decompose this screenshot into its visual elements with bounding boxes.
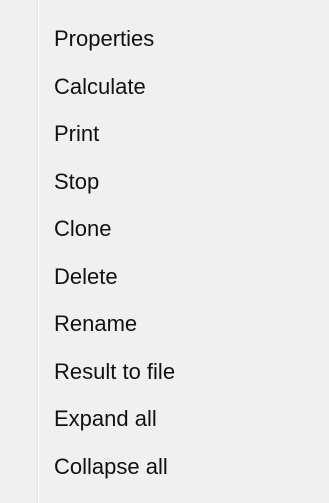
- menu-item-print[interactable]: Print: [0, 110, 329, 158]
- menu-item-label: Collapse all: [54, 453, 168, 479]
- menu-item-label: Delete: [54, 263, 118, 289]
- menu-item-stop[interactable]: Stop: [0, 158, 329, 206]
- menu-item-result-to-file[interactable]: Result to file: [0, 348, 329, 396]
- menu-item-label: Calculate: [54, 73, 146, 99]
- menu-item-rename[interactable]: Rename: [0, 300, 329, 348]
- menu-item-delete[interactable]: Delete: [0, 253, 329, 301]
- menu-item-properties[interactable]: Properties: [0, 15, 329, 63]
- menu-item-clone[interactable]: Clone: [0, 205, 329, 253]
- menu-item-label: Expand all: [54, 406, 157, 431]
- context-menu: Properties Calculate Print Stop Clone De…: [0, 0, 329, 503]
- menu-item-label: Result to file: [54, 358, 176, 384]
- menu-item-label: Stop: [54, 168, 100, 194]
- menu-item-expand-all[interactable]: Expand all: [0, 395, 329, 443]
- menu-item-label: Rename: [54, 311, 138, 336]
- menu-item-collapse-all[interactable]: Collapse all: [0, 443, 329, 491]
- menu-item-calculate[interactable]: Calculate: [0, 63, 329, 111]
- menu-item-label: Print: [54, 121, 100, 146]
- menu-list: Properties Calculate Print Stop Clone De…: [0, 15, 329, 490]
- menu-item-label: Properties: [54, 26, 155, 51]
- menu-item-label: Clone: [54, 216, 112, 241]
